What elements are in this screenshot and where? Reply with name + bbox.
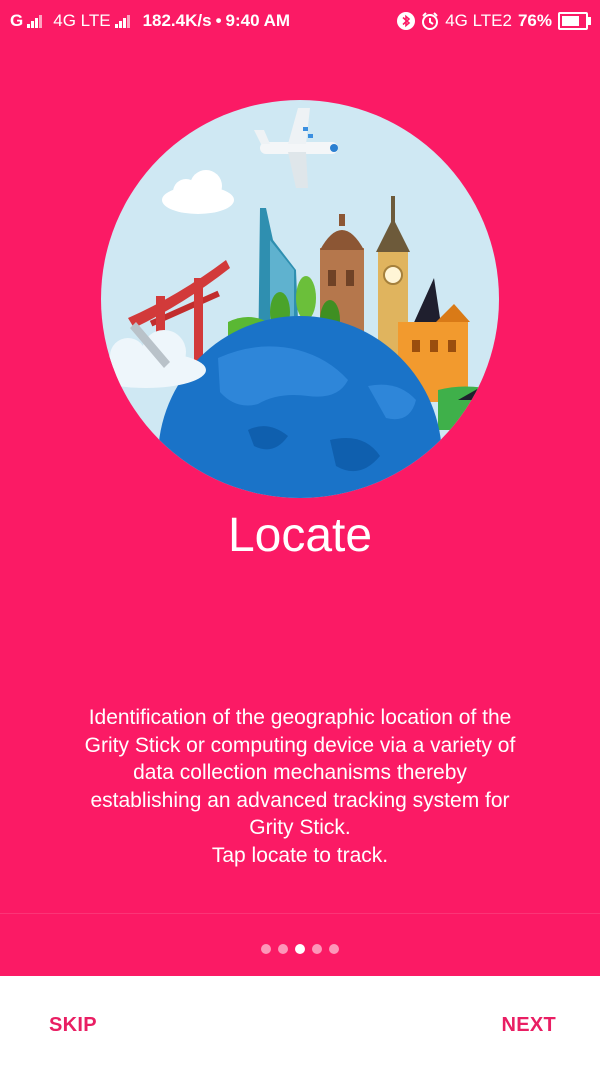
carrier-label: G (10, 11, 24, 30)
description-line: Grity Stick or computing device via a va… (84, 733, 516, 757)
divider (0, 913, 600, 914)
page-dot-active (295, 944, 305, 954)
network-speed: 182.4K/s (142, 11, 212, 30)
onboarding-screen: G 4G LTE 182.4K/s • 9:40 AM 4G LTE2 76% (0, 0, 600, 1067)
battery-percent: 76% (517, 11, 552, 30)
page-dot (278, 944, 288, 954)
description: Identification of the geographic locatio… (40, 704, 560, 869)
description-line: establishing an advanced tracking system… (90, 788, 510, 812)
network-label-2: 4G LTE2 (445, 11, 512, 30)
battery-icon (558, 12, 591, 30)
page-dot (329, 944, 339, 954)
next-button[interactable]: NEXT (501, 1014, 556, 1037)
page-dot (312, 944, 322, 954)
status-bar: G 4G LTE 182.4K/s • 9:40 AM 4G LTE2 76% (0, 0, 600, 40)
network-label: 4G LTE (53, 11, 111, 30)
page-title: Locate (227, 509, 373, 562)
description-line: Grity Stick. (249, 816, 351, 839)
skip-button[interactable]: SKIP (49, 1014, 97, 1037)
description-line: Identification of the geographic locatio… (88, 706, 512, 729)
page-indicator (0, 944, 600, 954)
status-separator: • (215, 11, 222, 30)
alarm-icon (422, 12, 439, 30)
bluetooth-icon (397, 12, 416, 30)
travel-globe-illustration (101, 100, 499, 498)
clock: 9:40 AM (225, 11, 291, 30)
description-line: Tap locate to track. (211, 843, 389, 867)
description-line: data collection mechanisms thereby (133, 761, 467, 784)
signal-icon (114, 15, 130, 28)
signal-icon (27, 15, 43, 28)
page-dot (261, 944, 271, 954)
